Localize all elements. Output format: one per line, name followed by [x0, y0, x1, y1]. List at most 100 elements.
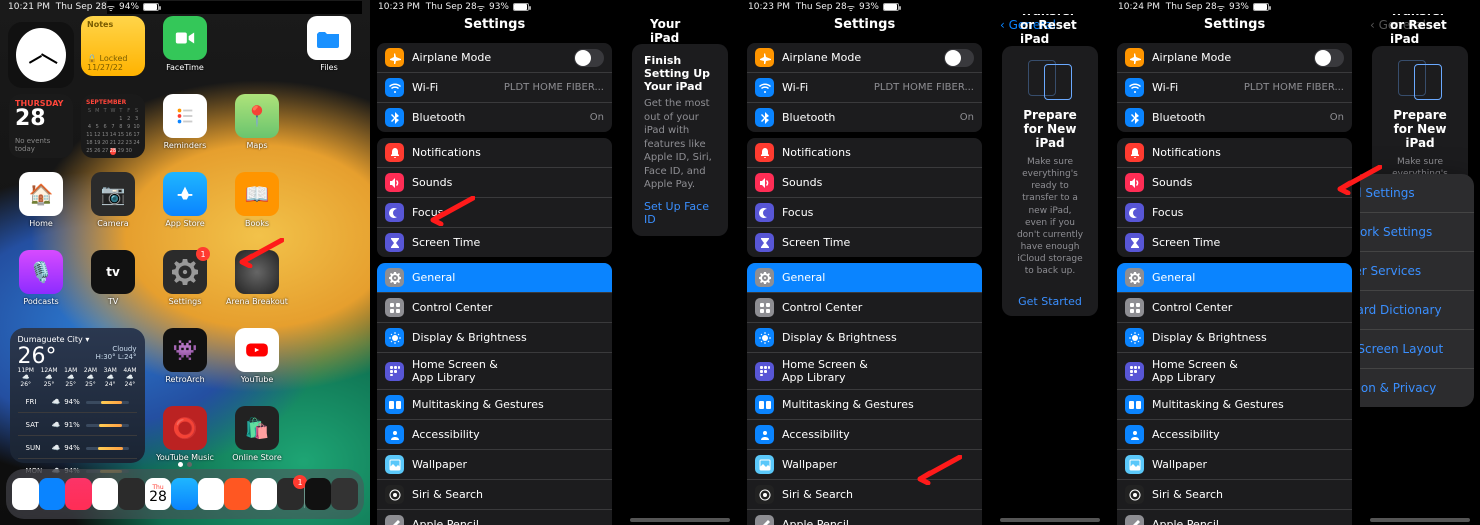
settings-row-display-brightness[interactable]: Display & Brightness — [377, 323, 612, 353]
settings-row-wallpaper[interactable]: Wallpaper — [377, 450, 612, 480]
settings-row-screen-time[interactable]: Screen Time — [377, 228, 612, 257]
popup-option-reset-home-screen-layout[interactable]: Reset Home Screen Layout — [1360, 330, 1474, 369]
settings-row-sounds[interactable]: Sounds — [1117, 168, 1352, 198]
dock-app[interactable]: 1 — [277, 478, 304, 510]
settings-row-notifications[interactable]: Notifications — [1117, 138, 1352, 168]
popup-option-reset-keyboard-dictionary[interactable]: Reset Keyboard Dictionary — [1360, 291, 1474, 330]
home-indicator[interactable] — [1000, 518, 1100, 522]
app-podcasts[interactable]: 🎙️ Podcasts — [19, 250, 63, 306]
toggle[interactable] — [944, 49, 974, 67]
app-maps[interactable]: 📍 Maps — [235, 94, 279, 150]
dock-app[interactable] — [251, 478, 278, 510]
settings-row-wi-fi[interactable]: Wi-FiPLDT HOME FIBER... — [1117, 73, 1352, 103]
app-home[interactable]: 🏠 Home — [19, 172, 63, 228]
settings-row-accessibility[interactable]: Accessibility — [377, 420, 612, 450]
app-youtube-music[interactable]: ⭕ YouTube Music — [156, 406, 214, 462]
sound-icon — [1125, 173, 1144, 192]
settings-row-accessibility[interactable]: Accessibility — [747, 420, 982, 450]
dock-app[interactable] — [92, 478, 119, 510]
settings-row-focus[interactable]: Focus — [1117, 198, 1352, 228]
app-facetime[interactable]: FaceTime — [163, 16, 207, 72]
app-online-store[interactable]: 🛍️ Online Store — [232, 406, 282, 462]
dock-app[interactable]: Thu28 — [145, 478, 172, 510]
settings-row-accessibility[interactable]: Accessibility — [1117, 420, 1352, 450]
app-retroarch[interactable]: 👾 RetroArch — [163, 328, 207, 384]
settings-row-display-brightness[interactable]: Display & Brightness — [1117, 323, 1352, 353]
home-indicator[interactable] — [1370, 518, 1470, 522]
dock-app[interactable] — [65, 478, 92, 510]
calendar-today-widget[interactable]: THURSDAY 28 No events today — [9, 94, 73, 158]
settings-row-bluetooth[interactable]: BluetoothOn — [1117, 103, 1352, 132]
toggle[interactable] — [574, 49, 604, 67]
settings-row-screen-time[interactable]: Screen Time — [747, 228, 982, 257]
weather-widget[interactable]: Dumaguete City ▾ 26° Cloudy H:30° L:24° … — [10, 328, 145, 463]
dock-app[interactable] — [118, 478, 145, 510]
dock-app[interactable] — [12, 478, 39, 510]
settings-row-airplane-mode[interactable]: Airplane Mode — [747, 43, 982, 73]
app-tv[interactable]: tv TV — [91, 250, 135, 306]
app-settings[interactable]: 1 Settings — [163, 250, 207, 306]
app-files[interactable]: Files — [307, 16, 351, 72]
popup-option-reset-location-privacy[interactable]: Reset Location & Privacy — [1360, 369, 1474, 407]
settings-row-wi-fi[interactable]: Wi-FiPLDT HOME FIBER... — [377, 73, 612, 103]
app-youtube[interactable]: YouTube — [235, 328, 279, 384]
app-reminders[interactable]: Reminders — [163, 94, 207, 150]
clock-widget[interactable] — [8, 22, 74, 88]
settings-row-bluetooth[interactable]: BluetoothOn — [747, 103, 982, 132]
settings-row-control-center[interactable]: Control Center — [377, 293, 612, 323]
setup-faceid-link[interactable]: Set Up Face ID — [644, 200, 716, 226]
popup-option-reset-all-settings[interactable]: Reset All Settings — [1360, 174, 1474, 213]
app-books[interactable]: 📖 Books — [235, 172, 279, 228]
settings-row-sounds[interactable]: Sounds — [747, 168, 982, 198]
settings-row-home-screen-app-library[interactable]: Home Screen &App Library — [377, 353, 612, 390]
settings-row-multitasking-gestures[interactable]: Multitasking & Gestures — [377, 390, 612, 420]
settings-row-home-screen-app-library[interactable]: Home Screen &App Library — [747, 353, 982, 390]
app-appstore[interactable]: App Store — [163, 172, 207, 228]
settings-row-screen-time[interactable]: Screen Time — [1117, 228, 1352, 257]
get-started-link[interactable]: Get Started — [1002, 287, 1098, 316]
settings-row-control-center[interactable]: Control Center — [747, 293, 982, 323]
settings-row-control-center[interactable]: Control Center — [1117, 293, 1352, 323]
dock-app[interactable] — [305, 478, 332, 510]
settings-row-multitasking-gestures[interactable]: Multitasking & Gestures — [747, 390, 982, 420]
settings-row-multitasking-gestures[interactable]: Multitasking & Gestures — [1117, 390, 1352, 420]
popup-option-reset-network-settings[interactable]: Reset Network Settings — [1360, 213, 1474, 252]
app-arena-breakout[interactable]: Arena Breakout — [226, 250, 288, 306]
notes-widget[interactable]: Notes 🔒 Locked11/27/22 — [81, 16, 145, 76]
settings-row-general[interactable]: General — [377, 263, 612, 293]
settings-row-airplane-mode[interactable]: Airplane Mode — [377, 43, 612, 73]
dock-app[interactable] — [331, 478, 358, 510]
settings-row-siri-search[interactable]: Siri & Search — [1117, 480, 1352, 510]
dock-app[interactable] — [224, 478, 251, 510]
settings-row-focus[interactable]: Focus — [747, 198, 982, 228]
settings-row-display-brightness[interactable]: Display & Brightness — [747, 323, 982, 353]
settings-row-general[interactable]: General — [1117, 263, 1352, 293]
app-camera[interactable]: 📷 Camera — [91, 172, 135, 228]
popup-option-subscriber-services[interactable]: Subscriber Services — [1360, 252, 1474, 291]
toggle[interactable] — [1314, 49, 1344, 67]
dock-app[interactable] — [171, 478, 198, 510]
settings-row-general[interactable]: General — [747, 263, 982, 293]
page-dots[interactable] — [178, 462, 192, 467]
settings-row-wallpaper[interactable]: Wallpaper — [1117, 450, 1352, 480]
settings-row-notifications[interactable]: Notifications — [747, 138, 982, 168]
settings-row-apple-pencil[interactable]: Apple Pencil — [747, 510, 982, 525]
dock-app[interactable] — [39, 478, 66, 510]
home-indicator[interactable] — [630, 518, 730, 522]
settings-row-sounds[interactable]: Sounds — [377, 168, 612, 198]
settings-row-notifications[interactable]: Notifications — [377, 138, 612, 168]
settings-row-focus[interactable]: Focus — [377, 198, 612, 228]
settings-row-siri-search[interactable]: Siri & Search — [377, 480, 612, 510]
calendar-month-widget[interactable]: SEPTEMBER SMTWTFS12345678910111213141516… — [81, 94, 145, 158]
settings-row-apple-pencil[interactable]: Apple Pencil — [1117, 510, 1352, 525]
settings-row-wallpaper[interactable]: Wallpaper — [747, 450, 982, 480]
settings-row-apple-pencil[interactable]: Apple Pencil — [377, 510, 612, 525]
dock-app[interactable] — [198, 478, 225, 510]
appstore-icon — [163, 172, 207, 216]
settings-row-siri-search[interactable]: Siri & Search — [747, 480, 982, 510]
settings-row-home-screen-app-library[interactable]: Home Screen &App Library — [1117, 353, 1352, 390]
settings-row-wi-fi[interactable]: Wi-FiPLDT HOME FIBER... — [747, 73, 982, 103]
settings-row-airplane-mode[interactable]: Airplane Mode — [1117, 43, 1352, 73]
screenshot-settings-more: 10:23 PM Thu Sep 28 ᯤ93% Settings Airpla… — [370, 0, 740, 525]
settings-row-bluetooth[interactable]: BluetoothOn — [377, 103, 612, 132]
